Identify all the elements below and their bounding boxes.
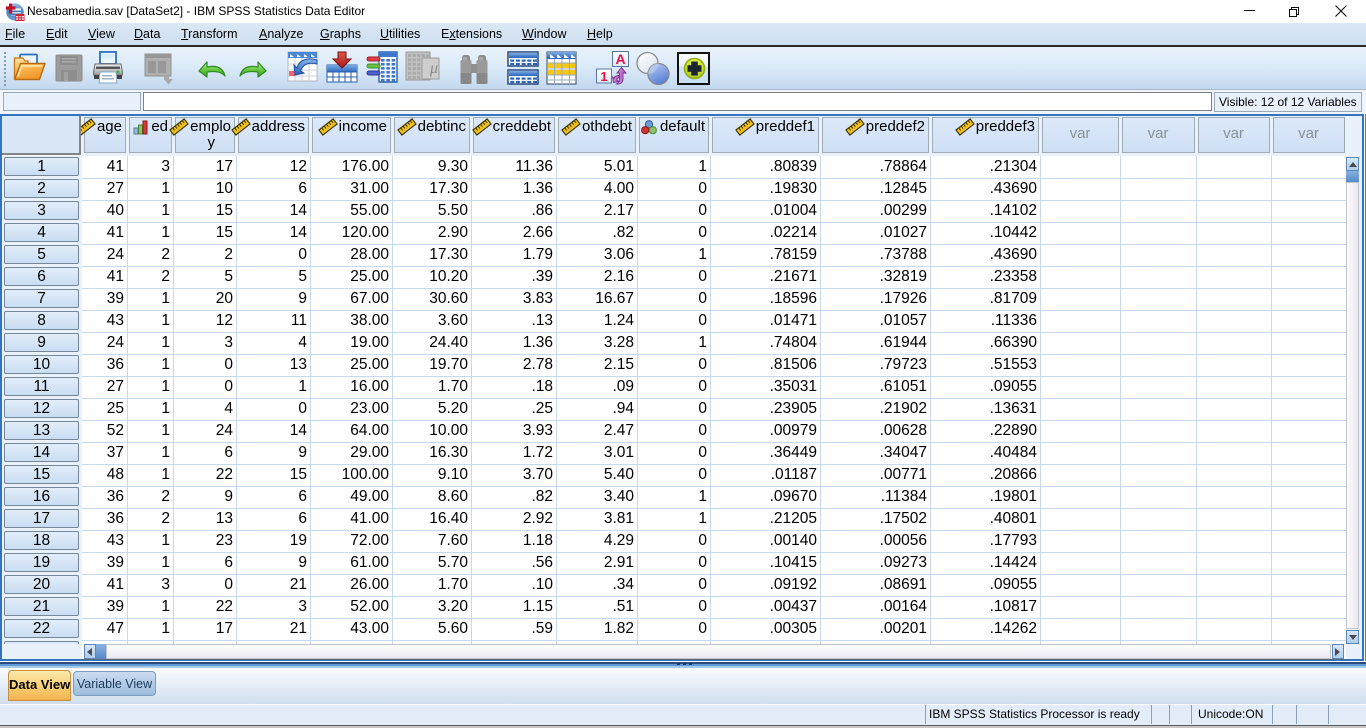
svg-text:μ: μ — [429, 60, 438, 77]
svg-text:1: 1 — [600, 69, 607, 84]
svg-text:A: A — [615, 51, 625, 67]
